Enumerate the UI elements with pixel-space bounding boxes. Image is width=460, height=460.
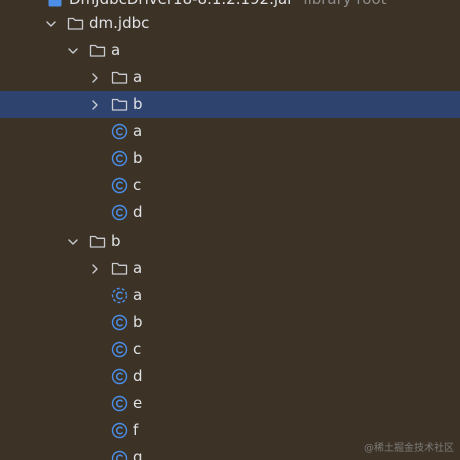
class-label: f (133, 421, 139, 439)
tree-row-package-dm-jdbc[interactable]: dm.jdbc (0, 10, 460, 37)
folder-icon (66, 15, 84, 33)
chevron-right-icon[interactable] (88, 262, 102, 276)
chevron-down-icon[interactable] (66, 44, 80, 58)
class-label: a (133, 122, 143, 140)
chevron-down-icon[interactable] (44, 17, 58, 31)
tree-row-package-a-a[interactable]: a (0, 64, 460, 91)
abstract-class-icon (110, 287, 128, 305)
class-label: g (133, 448, 143, 460)
class-icon (110, 177, 128, 195)
class-label: d (133, 367, 143, 385)
package-label: a (111, 41, 121, 59)
package-label: a (133, 259, 143, 277)
tree-row-package-b-a[interactable]: a (0, 255, 460, 282)
tree-row-class-b-d[interactable]: d (0, 363, 460, 390)
class-label: c (133, 340, 142, 358)
folder-icon (110, 69, 128, 87)
chevron-right-icon[interactable] (88, 71, 102, 85)
folder-icon (88, 42, 106, 60)
tree-row-class-b-e[interactable]: e (0, 390, 460, 417)
tree-row-class-a-d[interactable]: d (0, 199, 460, 226)
tree-row-class-b-b[interactable]: b (0, 309, 460, 336)
class-icon (110, 123, 128, 141)
tree-row-package-a-b[interactable]: b (0, 91, 460, 118)
folder-icon (88, 233, 106, 251)
chevron-right-icon[interactable] (88, 98, 102, 112)
tree-row-class-b-c[interactable]: c (0, 336, 460, 363)
class-label: b (133, 313, 143, 331)
watermark-text: @稀土掘金技术社区 (364, 443, 454, 454)
project-tree: DmJdbcDriver18-8.1.2.192.jar library roo… (0, 0, 460, 460)
class-label: d (133, 203, 143, 221)
tree-row-class-b-a[interactable]: a (0, 282, 460, 309)
class-icon (110, 341, 128, 359)
class-icon (110, 395, 128, 413)
class-icon (110, 422, 128, 440)
class-icon (110, 449, 128, 460)
tree-row-package-a[interactable]: a (0, 37, 460, 64)
class-icon (110, 368, 128, 386)
class-label: e (133, 394, 143, 412)
jar-library-icon (46, 0, 64, 9)
package-label: a (133, 68, 143, 86)
package-label: b (111, 232, 121, 250)
class-label: b (133, 149, 143, 167)
chevron-down-icon[interactable] (66, 235, 80, 249)
folder-icon (110, 96, 128, 114)
class-icon (110, 314, 128, 332)
tree-row-class-a-b[interactable]: b (0, 145, 460, 172)
class-label: a (133, 286, 143, 304)
class-icon (110, 150, 128, 168)
folder-icon (110, 260, 128, 278)
tree-row-class-a-c[interactable]: c (0, 172, 460, 199)
tree-row-class-a-a[interactable]: a (0, 118, 460, 145)
package-label: b (133, 95, 143, 113)
package-label: dm.jdbc (89, 14, 150, 32)
class-label: c (133, 176, 142, 194)
tree-row-package-b[interactable]: b (0, 228, 460, 255)
class-icon (110, 204, 128, 222)
